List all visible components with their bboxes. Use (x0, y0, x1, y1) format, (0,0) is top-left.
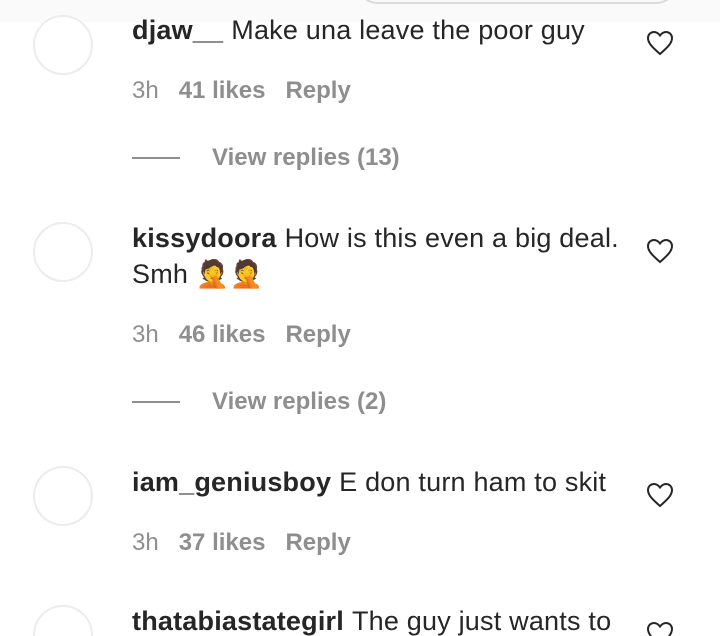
view-replies-button[interactable]: View replies (13) (132, 143, 400, 173)
comment-body: thatabiastategirl The guy just wants to (132, 603, 632, 636)
reply-button[interactable]: Reply (285, 529, 350, 556)
comment-time: 3h (132, 77, 159, 104)
comment-input-edge[interactable] (356, 0, 678, 4)
comment-body: iam_geniusboy E don turn ham to skit (132, 464, 632, 500)
avatar[interactable] (33, 222, 93, 282)
comment-likes[interactable]: 41 likes (179, 77, 266, 104)
replies-divider (132, 401, 180, 403)
comment-username[interactable]: djaw__ (132, 15, 223, 45)
comment-meta: 3h 46 likes Reply (132, 320, 371, 350)
avatar[interactable] (33, 605, 93, 636)
avatar[interactable] (33, 466, 93, 526)
comment-time: 3h (132, 321, 159, 348)
comment-username[interactable]: iam_geniusboy (132, 467, 331, 497)
comment-text: E don turn ham to skit (339, 467, 607, 497)
reply-button[interactable]: Reply (285, 77, 350, 104)
replies-divider (132, 157, 180, 159)
avatar[interactable] (33, 15, 93, 75)
view-replies-label[interactable]: View replies (13) (212, 143, 400, 173)
heart-outline-icon[interactable] (646, 238, 674, 264)
comment-body: djaw__ Make una leave the poor guy (132, 12, 632, 48)
comments-viewport: djaw__ Make una leave the poor guy 3h 41 l… (0, 0, 720, 636)
comment-likes[interactable]: 46 likes (179, 321, 266, 348)
view-replies-label[interactable]: View replies (2) (212, 387, 386, 417)
comment-likes[interactable]: 37 likes (179, 529, 266, 556)
comment-username[interactable]: kissydoora (132, 223, 277, 253)
view-replies-button[interactable]: View replies (2) (132, 387, 386, 417)
comment-text: Make una leave the poor guy (231, 15, 585, 45)
reply-button[interactable]: Reply (285, 321, 350, 348)
heart-outline-icon[interactable] (646, 30, 674, 56)
heart-outline-icon[interactable] (646, 621, 674, 636)
comment-meta: 3h 41 likes Reply (132, 76, 371, 106)
heart-outline-icon[interactable] (646, 482, 674, 508)
comment-body: kissydoora How is this even a big deal. S… (132, 220, 632, 292)
comment-time: 3h (132, 529, 159, 556)
comment-meta: 3h 37 likes Reply (132, 528, 371, 558)
comment-username[interactable]: thatabiastategirl (132, 606, 344, 636)
comment-text: The guy just wants to (351, 606, 612, 636)
